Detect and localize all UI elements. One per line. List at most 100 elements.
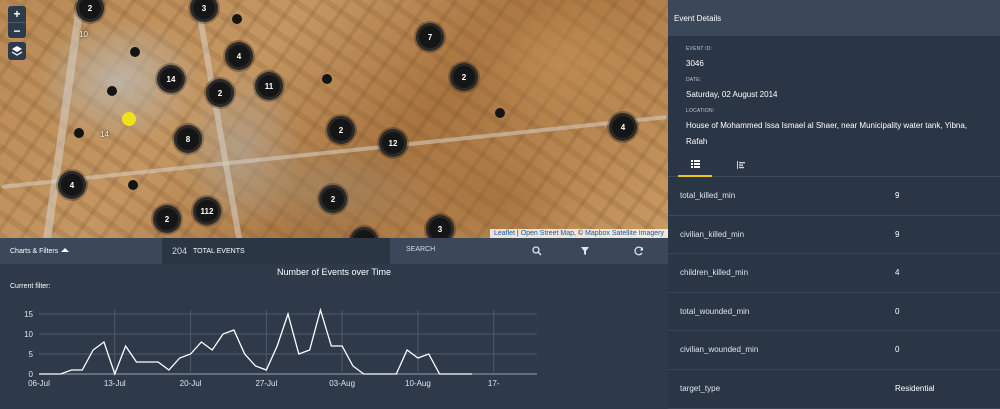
x-tick-label: 27-Jul — [255, 379, 277, 388]
map-attribution: Leaflet | Open Street Map, © Mapbox Sate… — [489, 229, 668, 238]
event-details-panel: Event Details EVENT ID: 3046 DATE: Satur… — [668, 0, 1000, 409]
date-label: DATE: — [686, 77, 702, 83]
current-filter-label: Current filter: — [10, 283, 51, 290]
attribute-key: target_type — [680, 383, 721, 393]
event-marker[interactable] — [232, 14, 242, 24]
location-value: House of Mohammed Issa Ismael al Shaer, … — [686, 121, 968, 146]
event-marker[interactable] — [128, 180, 138, 190]
search-icon[interactable] — [530, 244, 544, 258]
event-cluster[interactable]: 4 — [225, 42, 253, 70]
map-place-label: 14 — [100, 130, 109, 139]
event-summary: EVENT ID: 3046 DATE: Saturday, 02 August… — [668, 36, 1000, 150]
event-attributes-table: total_killed_min 9 civilian_killed_min 9 c… — [668, 177, 1000, 409]
event-cluster[interactable]: 8 — [174, 125, 202, 153]
leaflet-link[interactable]: Leaflet — [494, 230, 515, 237]
event-id-label: EVENT ID: — [686, 46, 713, 52]
events-over-time-chart[interactable]: 0 5 10 15 06-Jul 13-Jul 20-Jul 27-Jul 03-Aug 10-A… — [0, 294, 668, 409]
caret-up-icon — [61, 247, 70, 255]
attribute-value: 9 — [895, 191, 900, 200]
attribute-key: civilian_wounded_min — [680, 345, 759, 355]
event-cluster[interactable]: 2 — [327, 116, 355, 144]
event-cluster[interactable]: 3 — [190, 0, 218, 22]
total-events-count: 204 — [172, 246, 188, 256]
y-tick-label: 15 — [24, 310, 33, 319]
app-root: 10 14 2 3 4 7 14 2 11 2 8 2 12 4 4 2 2 1… — [0, 0, 1000, 409]
table-row: civilian_killed_min 9 — [668, 216, 1000, 255]
y-tick-label: 10 — [24, 330, 33, 339]
chart-panel: Number of Events over Time Current filte… — [0, 264, 668, 409]
zoom-out-icon[interactable]: − — [8, 22, 26, 38]
chart-title: Number of Events over Time — [276, 267, 392, 277]
mapbox-link[interactable]: Mapbox Satellite Imagery — [585, 230, 664, 237]
table-row: children_killed_min 4 — [668, 254, 1000, 293]
table-row: target_type Residential — [668, 370, 1000, 409]
attribute-key: total_killed_min — [680, 191, 736, 200]
table-row: total_killed_min 9 — [668, 177, 1000, 216]
tab-chart-view[interactable] — [724, 153, 758, 177]
event-cluster[interactable]: 3 — [426, 215, 454, 238]
total-events-label: TOTAL EVENTS — [193, 247, 245, 255]
search-label: SEARCH — [406, 246, 436, 253]
event-marker[interactable] — [130, 47, 140, 57]
y-tick-label: 5 — [29, 350, 34, 359]
satellite-map[interactable]: 10 14 2 3 4 7 14 2 11 2 8 2 12 4 4 2 2 1… — [0, 0, 668, 238]
event-cluster[interactable]: 2 — [76, 0, 104, 22]
attribute-key: total_wounded_min — [680, 306, 750, 316]
table-row: civilian_wounded_min 0 — [668, 331, 1000, 370]
x-tick-label: 03-Aug — [329, 379, 355, 388]
event-cluster[interactable]: 2 — [450, 63, 478, 91]
filter-icon[interactable] — [578, 244, 592, 258]
event-cluster[interactable]: 2 — [319, 185, 347, 213]
osm-link[interactable]: Open Street Map — [521, 230, 574, 237]
event-marker[interactable] — [107, 86, 117, 96]
tab-table-view[interactable] — [678, 153, 712, 177]
attribution-copyright: , © — [574, 230, 586, 237]
event-cluster[interactable]: 7 — [416, 23, 444, 51]
x-tick-label: 13-Jul — [104, 379, 126, 388]
zoom-control: + − — [8, 6, 26, 38]
attribute-value: 4 — [895, 268, 900, 278]
x-tick-label: 20-Jul — [180, 379, 202, 388]
attribute-key: children_killed_min — [680, 268, 749, 278]
x-tick-label: 06-Jul — [28, 379, 50, 388]
date-value: Saturday, 02 August 2014 — [686, 90, 778, 99]
event-cluster[interactable]: 2 — [153, 205, 181, 233]
event-cluster[interactable]: 4 — [609, 113, 637, 141]
attribute-key: civilian_killed_min — [680, 229, 745, 239]
refresh-icon[interactable] — [632, 244, 646, 258]
attribute-value: 0 — [895, 306, 900, 316]
x-tick-label: 17- — [488, 379, 500, 388]
attribute-value: Residential — [895, 383, 935, 393]
event-cluster[interactable]: 14 — [157, 65, 185, 93]
charts-filters-label: Charts & Filters — [10, 247, 59, 255]
layers-icon[interactable] — [8, 42, 26, 60]
event-marker[interactable] — [322, 74, 332, 84]
event-cluster[interactable]: 2 — [206, 79, 234, 107]
total-events-counter: 204 TOTAL EVENTS — [162, 238, 390, 264]
details-tabs — [668, 153, 1000, 177]
event-cluster[interactable]: 11 — [255, 72, 283, 100]
event-cluster[interactable]: 2 — [350, 227, 378, 238]
attribute-value: 9 — [895, 229, 900, 239]
map-place-label: 10 — [79, 30, 88, 39]
event-cluster[interactable]: 4 — [58, 171, 86, 199]
map-toolbar: Charts & Filters 204 TOTAL EVENTS SEARCH — [0, 238, 668, 264]
x-tick-label: 10-Aug — [405, 379, 431, 388]
event-marker[interactable] — [74, 128, 84, 138]
attribute-value: 0 — [895, 345, 900, 355]
events-series-line — [39, 307, 473, 376]
event-id-value: 3046 — [686, 59, 704, 68]
search-box[interactable]: SEARCH — [390, 238, 668, 264]
event-cluster[interactable]: 112 — [193, 197, 221, 225]
charts-filters-toggle[interactable]: Charts & Filters — [0, 238, 162, 264]
zoom-in-icon[interactable]: + — [8, 6, 26, 22]
table-row: total_wounded_min 0 — [668, 293, 1000, 332]
list-icon — [690, 155, 700, 173]
event-details-header: Event Details — [668, 0, 1000, 36]
y-tick-label: 0 — [29, 370, 34, 379]
selected-event-marker[interactable] — [122, 112, 136, 126]
event-cluster[interactable]: 12 — [379, 129, 407, 157]
event-marker[interactable] — [495, 108, 505, 118]
location-label: LOCATION: — [686, 108, 715, 114]
bar-chart-icon — [736, 156, 746, 174]
